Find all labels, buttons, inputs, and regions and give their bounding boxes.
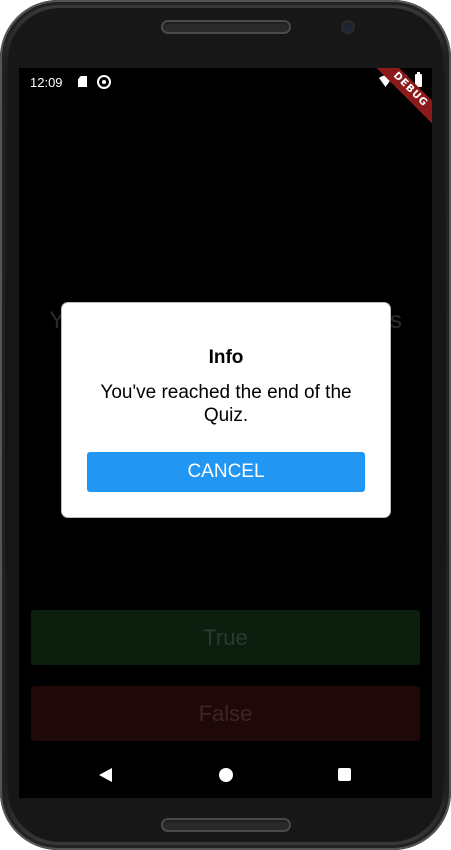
navigation-bar xyxy=(19,754,432,798)
question-partial-right: s xyxy=(390,307,402,334)
front-camera xyxy=(343,22,353,32)
phone-screen: 12:09 DEBUG Y s True False Info You've r… xyxy=(19,68,432,798)
sync-icon xyxy=(97,75,111,89)
false-button[interactable]: False xyxy=(31,686,420,741)
back-icon[interactable] xyxy=(99,768,112,782)
top-speaker xyxy=(161,20,291,34)
phone-frame: 12:09 DEBUG Y s True False Info You've r… xyxy=(0,0,451,850)
status-bar: 12:09 xyxy=(19,68,432,96)
info-dialog: Info You've reached the end of the Quiz.… xyxy=(62,303,390,517)
dialog-title: Info xyxy=(208,347,244,368)
home-icon[interactable] xyxy=(219,768,233,782)
status-time: 12:09 xyxy=(30,75,63,90)
recents-icon[interactable] xyxy=(338,768,351,781)
true-button[interactable]: True xyxy=(31,610,420,665)
sd-card-icon xyxy=(78,76,87,87)
cancel-button[interactable]: CANCEL xyxy=(87,452,365,492)
bottom-speaker xyxy=(161,818,291,832)
dialog-message: You've reached the end of the Quiz. xyxy=(100,382,352,426)
